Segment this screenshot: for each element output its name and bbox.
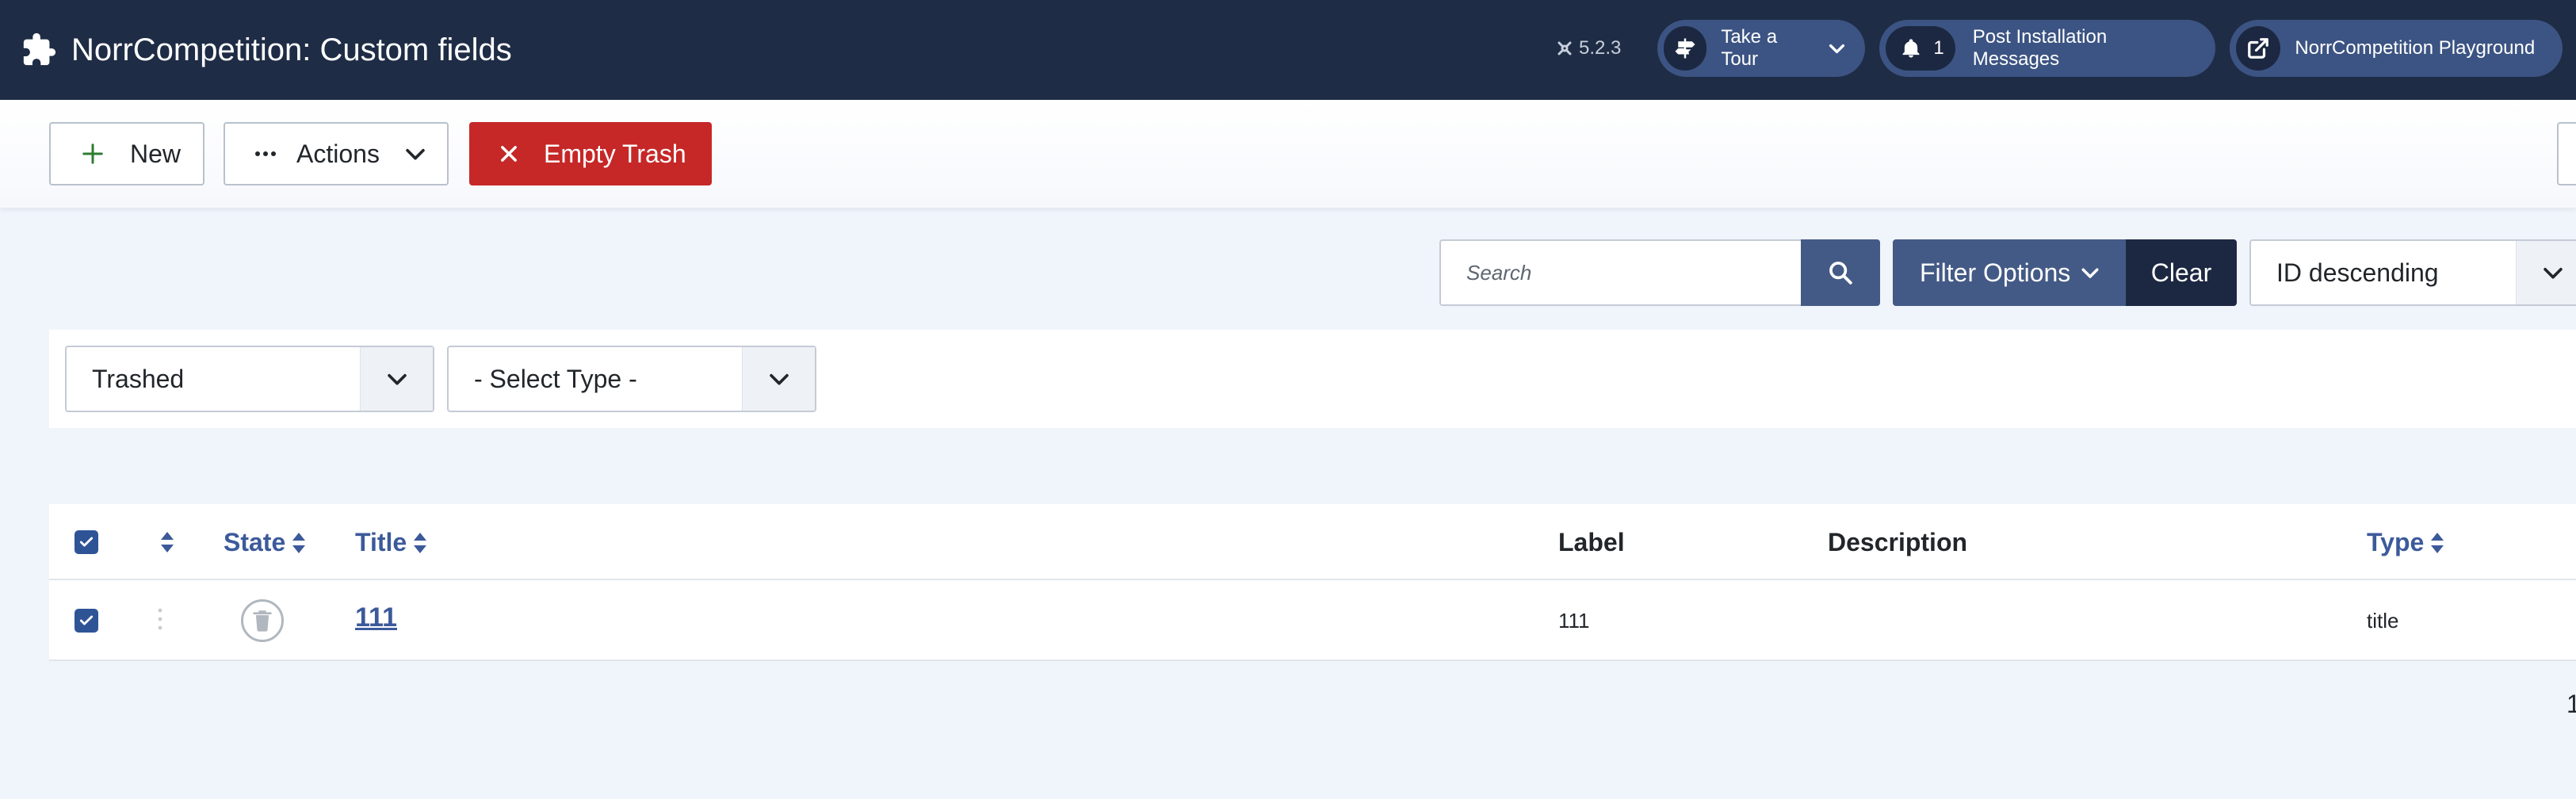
- sort-select-arrow: [2516, 241, 2576, 304]
- filter-options-label: Filter Options: [1920, 258, 2071, 287]
- fields-table: State Title Label Description Type 111 1…: [49, 504, 2576, 661]
- table-row: 111 111 title: [49, 580, 2576, 661]
- external-link-icon-wrap: [2236, 26, 2281, 71]
- search-icon: [1829, 262, 1852, 285]
- site-link-button[interactable]: NorrCompetition Playground: [2230, 20, 2563, 77]
- type-column-label: Type: [2367, 528, 2425, 556]
- filter-options-button[interactable]: Filter Options: [1893, 239, 2126, 306]
- chevron-down-icon: [406, 148, 425, 160]
- state-column-label: State: [224, 528, 286, 556]
- clear-button[interactable]: Clear: [2126, 239, 2237, 306]
- check-icon: [79, 615, 94, 625]
- actions-dropdown[interactable]: Actions: [224, 122, 449, 185]
- chevron-down-icon: [2081, 268, 2099, 278]
- state-filter-arrow: [360, 347, 433, 411]
- signpost-icon: [1675, 38, 1695, 59]
- post-installation-messages-label: Post Installation Messages: [1972, 26, 2108, 70]
- pagination-edge-text: 1: [2566, 690, 2576, 718]
- toolbar: New Actions Empty Trash: [0, 100, 2576, 208]
- row-label: 111: [1558, 609, 1590, 633]
- drag-handle[interactable]: [157, 607, 163, 631]
- title-column-label: Title: [355, 528, 407, 556]
- state-filter-value: Trashed: [92, 364, 185, 393]
- state-column-header[interactable]: State: [224, 528, 308, 557]
- external-link-icon: [2248, 38, 2269, 59]
- row-title-link[interactable]: 111: [355, 602, 397, 633]
- state-filter-select[interactable]: Trashed: [65, 346, 434, 412]
- chevron-down-icon: [387, 373, 407, 385]
- sort-select-value: ID descending: [2276, 258, 2439, 287]
- search-input[interactable]: [1439, 239, 1802, 306]
- take-a-tour-label: Take a Tour: [1721, 26, 1778, 70]
- ellipsis-icon: [255, 151, 276, 156]
- title-column-header[interactable]: Title: [355, 528, 429, 557]
- type-filter-value: - Select Type -: [474, 364, 637, 393]
- chevron-down-icon: [2543, 267, 2563, 279]
- search-button[interactable]: [1801, 239, 1880, 306]
- sort-icon: [161, 532, 174, 552]
- state-toggle[interactable]: [241, 599, 284, 642]
- sort-select[interactable]: ID descending: [2249, 239, 2576, 306]
- drag-handle-icon: [158, 608, 162, 630]
- select-all-checkbox[interactable]: [75, 530, 98, 554]
- version-number: 5.2.3: [1579, 37, 1622, 59]
- options-button[interactable]: [2557, 122, 2576, 185]
- site-link-label: NorrCompetition Playground: [2295, 37, 2536, 59]
- page-title: NorrCompetition: Custom fields: [71, 32, 512, 67]
- notification-badge: 1: [1886, 26, 1955, 71]
- puzzle-icon: [23, 32, 56, 66]
- table-header: State Title Label Description Type: [49, 504, 2576, 580]
- type-filter-select[interactable]: - Select Type -: [447, 346, 816, 412]
- check-icon: [79, 537, 94, 547]
- sort-icon: [292, 532, 306, 553]
- ordering-sort-header[interactable]: [154, 530, 176, 554]
- empty-trash-label: Empty Trash: [544, 139, 686, 168]
- version-info: 5.2.3: [1555, 37, 1621, 59]
- description-column-header: Description: [1828, 528, 1968, 556]
- chevron-down-icon: [1829, 44, 1845, 54]
- header: NorrCompetition: Custom fields 5.2.3 Tak…: [0, 0, 2576, 100]
- chevron-down-icon: [769, 373, 789, 385]
- close-icon: [501, 146, 517, 162]
- sort-icon: [414, 532, 427, 553]
- notification-count: 1: [1933, 37, 1944, 59]
- plus-icon: [82, 143, 103, 164]
- clear-label: Clear: [2150, 258, 2212, 287]
- joomla-icon: [1557, 41, 1572, 55]
- trash-icon: [253, 610, 272, 632]
- bell-icon: [1902, 39, 1920, 58]
- post-installation-messages-button[interactable]: 1 Post Installation Messages: [1879, 20, 2216, 77]
- new-button[interactable]: New: [49, 122, 204, 185]
- header-left: NorrCompetition: Custom fields: [0, 32, 512, 68]
- label-column-header: Label: [1558, 528, 1625, 556]
- row-checkbox[interactable]: [75, 609, 98, 633]
- actions-label: Actions: [296, 139, 380, 168]
- sort-icon: [2431, 532, 2444, 553]
- empty-trash-button[interactable]: Empty Trash: [469, 122, 712, 185]
- row-type: title: [2367, 609, 2399, 633]
- signpost-icon-wrap: [1664, 26, 1707, 71]
- new-label: New: [130, 139, 182, 168]
- take-a-tour-button[interactable]: Take a Tour: [1657, 20, 1866, 77]
- header-right: 5.2.3 Take a Tour 1 Post Installation Me…: [1555, 20, 2576, 77]
- type-filter-arrow: [742, 347, 815, 411]
- type-column-header[interactable]: Type: [2367, 528, 2446, 557]
